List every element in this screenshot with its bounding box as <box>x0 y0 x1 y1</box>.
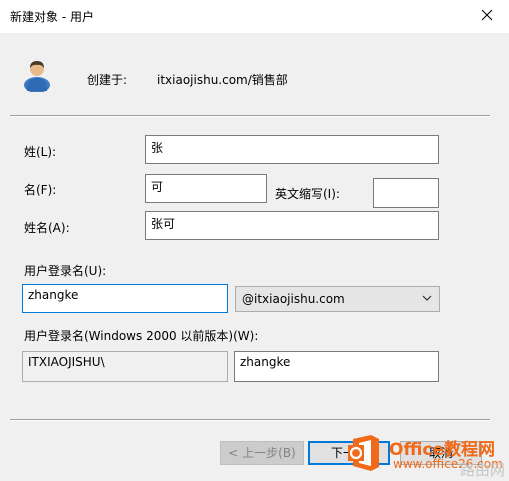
office-logo-icon <box>348 435 379 471</box>
last-name-label: 姓(L): <box>24 145 57 159</box>
first-name-label: 名(F): <box>24 183 57 197</box>
full-name-label: 姓名(A): <box>24 221 70 235</box>
initials-input[interactable] <box>373 178 439 208</box>
separator-top <box>10 115 490 117</box>
chevron-down-icon <box>422 295 432 301</box>
upn-suffix-value: @itxiaojishu.com <box>242 292 345 306</box>
first-name-input[interactable]: 可 <box>145 174 267 203</box>
separator-bottom <box>10 419 490 421</box>
logon-name-label: 用户登录名(U): <box>24 264 107 278</box>
last-name-input[interactable]: 张 <box>145 135 439 164</box>
upn-suffix-select[interactable]: @itxiaojishu.com <box>235 286 440 312</box>
legacy-logon-label: 用户登录名(Windows 2000 以前版本)(W): <box>24 329 259 343</box>
title-bar: 新建对象 - 用户 <box>0 0 509 33</box>
legacy-domain-field: ITXIAOJISHU\ <box>22 351 228 382</box>
back-button[interactable]: < 上一步(B) <box>220 441 304 465</box>
full-name-input[interactable]: 张可 <box>145 211 439 240</box>
close-icon <box>481 9 493 21</box>
created-in-path: itxiaojishu.com/销售部 <box>157 73 288 87</box>
user-icon <box>24 61 50 92</box>
legacy-logon-input[interactable]: zhangke <box>234 351 439 382</box>
close-button[interactable] <box>465 0 509 30</box>
created-in-label: 创建于: <box>87 73 128 87</box>
window-title: 新建对象 - 用户 <box>10 10 94 24</box>
initials-label: 英文缩写(I): <box>275 187 340 201</box>
logon-name-input[interactable]: zhangke <box>22 284 228 313</box>
watermark: Office教程网 www.office26.com 路由网 <box>345 433 509 481</box>
watermark-corner-text: 路由网 <box>459 461 505 479</box>
